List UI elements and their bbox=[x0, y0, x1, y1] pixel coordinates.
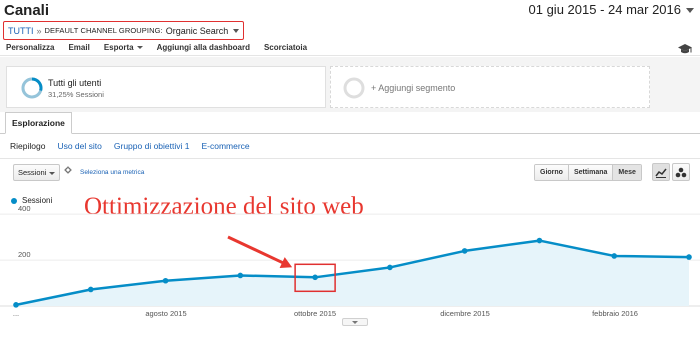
data-point bbox=[13, 302, 19, 308]
data-point bbox=[461, 248, 468, 254]
segment-name: Tutti gli utenti bbox=[48, 78, 102, 88]
chart-resize-handle[interactable] bbox=[342, 318, 368, 326]
bubble-chart-icon bbox=[675, 167, 687, 177]
customize-button[interactable]: Personalizza bbox=[6, 43, 54, 52]
select-metric-link[interactable]: Seleziona una metrica bbox=[80, 169, 144, 176]
chevron-down-icon bbox=[136, 46, 143, 49]
email-button[interactable]: Email bbox=[68, 43, 89, 52]
data-point bbox=[686, 254, 692, 260]
data-point bbox=[387, 264, 393, 271]
segment-card-all-users[interactable]: Tutti gli utenti 31,25% Sessioni bbox=[6, 66, 326, 108]
breadcrumb-separator: » bbox=[36, 25, 42, 36]
add-segment-card[interactable]: + Aggiungi segmento bbox=[330, 66, 650, 108]
compare-metric-icon[interactable] bbox=[64, 166, 72, 176]
add-segment-label: + Aggiungi segmento bbox=[371, 83, 456, 93]
empty-segment-ring-icon bbox=[343, 77, 365, 104]
data-point bbox=[87, 286, 94, 293]
sessions-line-chart: 200 400... agosto 2015 ottobre 2015 dicembre… bbox=[0, 205, 700, 318]
data-point bbox=[312, 274, 318, 281]
chevron-down-icon bbox=[352, 320, 358, 324]
data-point bbox=[536, 237, 543, 244]
metric-select[interactable]: Sessioni bbox=[13, 164, 60, 181]
chevron-down-icon bbox=[49, 172, 55, 175]
period-month-button[interactable]: Mese bbox=[613, 165, 641, 180]
period-week-button[interactable]: Settimana bbox=[568, 165, 614, 180]
x-tick-label: dicembre 2015 bbox=[440, 309, 490, 318]
period-toggle: Giorno Settimana Mese bbox=[534, 164, 642, 181]
segment-share: 31,25% Sessioni bbox=[48, 90, 104, 99]
chevron-down-icon[interactable] bbox=[233, 28, 240, 33]
x-tick-label: agosto 2015 bbox=[145, 309, 186, 318]
subnav-summary[interactable]: Riepilogo bbox=[10, 141, 45, 151]
export-label: Esporta bbox=[103, 43, 134, 52]
tab-explorer[interactable]: Esplorazione bbox=[5, 112, 72, 134]
breadcrumb: TUTTI » DEFAULT CHANNEL GROUPING: Organi… bbox=[3, 21, 245, 40]
breadcrumb-dimension-value[interactable]: Organic Search bbox=[166, 26, 229, 36]
y-tick-label: 200 bbox=[18, 250, 31, 259]
data-point bbox=[611, 253, 618, 259]
line-chart-icon bbox=[655, 168, 667, 178]
period-day-button[interactable]: Giorno bbox=[535, 165, 569, 180]
page-title: Canali bbox=[4, 2, 50, 19]
date-range-label: 01 giu 2015 - 24 mar 2016 bbox=[528, 2, 682, 17]
data-point bbox=[162, 277, 169, 284]
motion-chart-view-button[interactable] bbox=[672, 163, 690, 181]
y-tick-label: 400 bbox=[18, 205, 31, 213]
data-point bbox=[237, 272, 244, 279]
subnav-goal-set-1[interactable]: Gruppo di obiettivi 1 bbox=[114, 141, 190, 151]
divider bbox=[0, 158, 700, 159]
export-button[interactable]: Esporta bbox=[104, 43, 143, 52]
explorer-subnav: Riepilogo Uso del sito Gruppo di obietti… bbox=[10, 141, 262, 151]
x-tick-label: ottobre 2015 bbox=[294, 309, 336, 318]
chart-legend: Sessioni bbox=[11, 196, 52, 205]
x-tick-label: ... bbox=[13, 309, 19, 318]
tab-bar: Esplorazione bbox=[0, 112, 700, 134]
breadcrumb-dimension-label: DEFAULT CHANNEL GROUPING: bbox=[44, 26, 163, 35]
legend-swatch bbox=[11, 197, 17, 204]
add-to-dashboard-button[interactable]: Aggiungi alla dashboard bbox=[157, 43, 250, 52]
breadcrumb-all-link[interactable]: TUTTI bbox=[8, 26, 34, 36]
subnav-ecommerce[interactable]: E-commerce bbox=[201, 141, 249, 151]
line-chart-view-button[interactable] bbox=[652, 163, 670, 181]
subnav-site-usage[interactable]: Uso del sito bbox=[57, 141, 101, 151]
x-tick-label: febbraio 2016 bbox=[592, 309, 638, 318]
segment-ring-icon bbox=[21, 77, 43, 104]
chevron-down-icon bbox=[686, 8, 694, 14]
date-range-picker[interactable]: 01 giu 2015 - 24 mar 2016 bbox=[528, 2, 694, 17]
legend-label: Sessioni bbox=[22, 196, 53, 205]
metric-select-value: Sessioni bbox=[18, 168, 47, 177]
report-toolbar: Personalizza Email Esporta Aggiungi alla… bbox=[0, 40, 700, 56]
shortcut-button[interactable]: Scorciatoia bbox=[264, 43, 307, 52]
